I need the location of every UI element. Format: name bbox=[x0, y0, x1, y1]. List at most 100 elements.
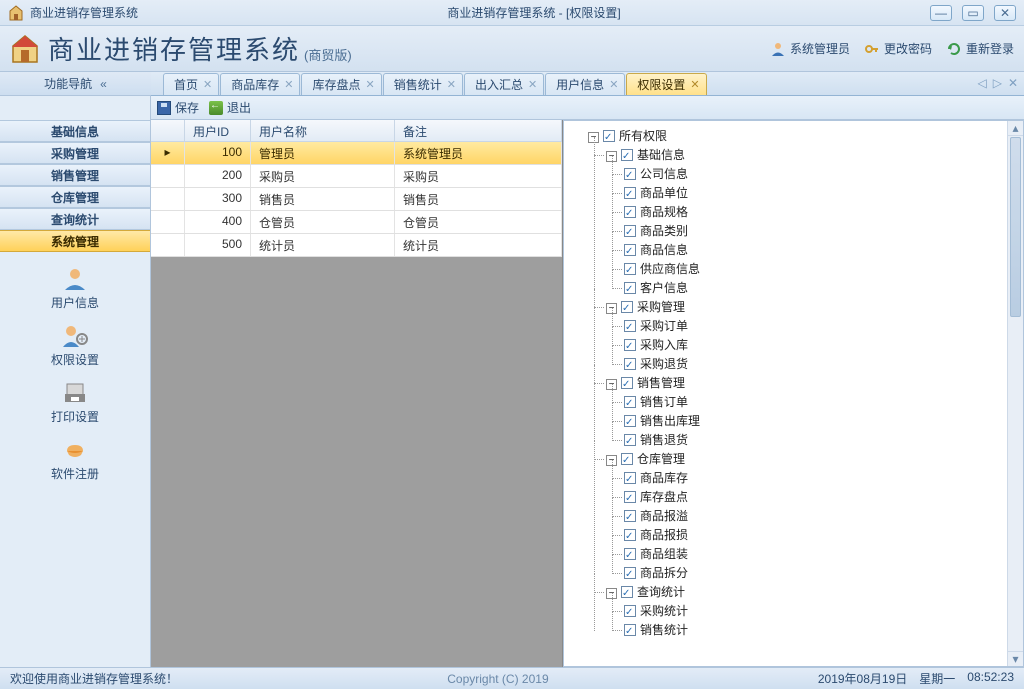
tree-checkbox[interactable] bbox=[624, 415, 636, 427]
tree-leaf[interactable]: 商品组装 bbox=[624, 545, 1019, 564]
tree-checkbox[interactable] bbox=[624, 567, 636, 579]
tab-close-icon[interactable]: ✕ bbox=[609, 78, 618, 91]
tree-leaf[interactable]: 销售订单 bbox=[624, 393, 1019, 412]
tree-leaf[interactable]: 采购入库 bbox=[624, 336, 1019, 355]
tree-leaf[interactable]: 供应商信息 bbox=[624, 260, 1019, 279]
tree-leaf[interactable]: 商品库存 bbox=[624, 469, 1019, 488]
tab-next-icon[interactable]: ▷ bbox=[993, 76, 1002, 90]
tree-leaf[interactable]: 商品类别 bbox=[624, 222, 1019, 241]
tree-checkbox[interactable] bbox=[621, 453, 633, 465]
tab-用户信息[interactable]: 用户信息✕ bbox=[545, 73, 625, 95]
table-row[interactable]: 500统计员统计员 bbox=[151, 234, 562, 257]
exit-button[interactable]: 退出 bbox=[209, 99, 251, 116]
col-user-name[interactable]: 用户名称 bbox=[251, 120, 395, 141]
users-grid[interactable]: 用户ID 用户名称 备注 ▸100管理员系统管理员200采购员采购员300销售员… bbox=[151, 120, 562, 257]
tree-node[interactable]: −仓库管理商品库存库存盘点商品报溢商品报损商品组装商品拆分 bbox=[606, 450, 1019, 583]
relogin-link[interactable]: 重新登录 bbox=[946, 40, 1014, 57]
tab-close-icon[interactable]: ✕ bbox=[203, 78, 212, 91]
tab-controls[interactable]: ◁ ▷ ✕ bbox=[977, 76, 1018, 90]
table-row[interactable]: 300销售员销售员 bbox=[151, 188, 562, 211]
tree-checkbox[interactable] bbox=[624, 624, 636, 636]
col-user-remark[interactable]: 备注 bbox=[395, 120, 562, 141]
sidebar-group-销售管理[interactable]: 销售管理 bbox=[0, 164, 150, 186]
tree-checkbox[interactable] bbox=[621, 377, 633, 389]
tree-leaf[interactable]: 商品报损 bbox=[624, 526, 1019, 545]
table-row[interactable]: ▸100管理员系统管理员 bbox=[151, 142, 562, 165]
minimize-button[interactable]: — bbox=[930, 5, 952, 21]
maximize-button[interactable]: ▭ bbox=[962, 5, 984, 21]
table-row[interactable]: 200采购员采购员 bbox=[151, 165, 562, 188]
tree-leaf[interactable]: 销售统计 bbox=[624, 621, 1019, 640]
tree-node[interactable]: −基础信息公司信息商品单位商品规格商品类别商品信息供应商信息客户信息 bbox=[606, 146, 1019, 298]
tree-leaf[interactable]: 采购订单 bbox=[624, 317, 1019, 336]
tree-checkbox[interactable] bbox=[624, 187, 636, 199]
admin-link[interactable]: 系统管理员 bbox=[770, 40, 850, 57]
tree-checkbox[interactable] bbox=[624, 396, 636, 408]
tree-node[interactable]: −销售管理销售订单销售出库理销售退货 bbox=[606, 374, 1019, 450]
tree-checkbox[interactable] bbox=[624, 358, 636, 370]
tree-checkbox[interactable] bbox=[624, 472, 636, 484]
tree-checkbox[interactable] bbox=[624, 339, 636, 351]
tab-权限设置[interactable]: 权限设置✕ bbox=[626, 73, 706, 95]
tree-checkbox[interactable] bbox=[624, 263, 636, 275]
tree-leaf[interactable]: 库存盘点 bbox=[624, 488, 1019, 507]
tree-leaf[interactable]: 客户信息 bbox=[624, 279, 1019, 298]
tree-checkbox[interactable] bbox=[624, 510, 636, 522]
tree-checkbox[interactable] bbox=[624, 320, 636, 332]
collapse-icon[interactable]: « bbox=[100, 77, 107, 91]
tab-商品库存[interactable]: 商品库存✕ bbox=[220, 73, 300, 95]
scroll-thumb[interactable] bbox=[1010, 137, 1021, 317]
tree-checkbox[interactable] bbox=[624, 206, 636, 218]
tree-checkbox[interactable] bbox=[624, 282, 636, 294]
tree-scrollbar[interactable]: ▴▾ bbox=[1007, 121, 1023, 666]
tree-leaf[interactable]: 商品信息 bbox=[624, 241, 1019, 260]
tree-checkbox[interactable] bbox=[624, 168, 636, 180]
scroll-up-icon[interactable]: ▴ bbox=[1008, 121, 1023, 136]
tab-close-icon[interactable]: ✕ bbox=[690, 78, 699, 91]
tab-首页[interactable]: 首页✕ bbox=[163, 73, 219, 95]
save-button[interactable]: 保存 bbox=[157, 99, 199, 116]
tab-close-icon[interactable]: ✕ bbox=[284, 78, 293, 91]
tree-node[interactable]: −查询统计采购统计销售统计 bbox=[606, 583, 1019, 640]
table-row[interactable]: 400仓管员仓管员 bbox=[151, 211, 562, 234]
tree-node[interactable]: −采购管理采购订单采购入库采购退货 bbox=[606, 298, 1019, 374]
tree-checkbox[interactable] bbox=[624, 548, 636, 560]
sidebar-group-系统管理[interactable]: 系统管理 bbox=[0, 230, 150, 252]
sidebar-item-软件注册[interactable]: 软件注册 bbox=[51, 431, 99, 486]
tree-checkbox[interactable] bbox=[624, 491, 636, 503]
col-user-id[interactable]: 用户ID bbox=[185, 120, 251, 141]
sidebar-group-基础信息[interactable]: 基础信息 bbox=[0, 120, 150, 142]
sidebar-group-查询统计[interactable]: 查询统计 bbox=[0, 208, 150, 230]
sidebar-item-打印设置[interactable]: 打印设置 bbox=[51, 374, 99, 429]
tab-销售统计[interactable]: 销售统计✕ bbox=[383, 73, 463, 95]
sidebar-group-仓库管理[interactable]: 仓库管理 bbox=[0, 186, 150, 208]
tab-close-icon[interactable]: ✕ bbox=[528, 78, 537, 91]
tree-leaf[interactable]: 销售退货 bbox=[624, 431, 1019, 450]
tree-leaf[interactable]: 商品规格 bbox=[624, 203, 1019, 222]
scroll-down-icon[interactable]: ▾ bbox=[1008, 651, 1023, 666]
tree-checkbox[interactable] bbox=[621, 301, 633, 313]
sidebar-item-用户信息[interactable]: 用户信息 bbox=[51, 260, 99, 315]
tab-close-icon[interactable]: ✕ bbox=[447, 78, 456, 91]
tree-checkbox[interactable] bbox=[624, 434, 636, 446]
tree-checkbox[interactable] bbox=[621, 586, 633, 598]
tree-leaf[interactable]: 公司信息 bbox=[624, 165, 1019, 184]
sidebar-item-权限设置[interactable]: 权限设置 bbox=[51, 317, 99, 372]
tree-checkbox[interactable] bbox=[621, 149, 633, 161]
tree-leaf[interactable]: 采购退货 bbox=[624, 355, 1019, 374]
tree-checkbox[interactable] bbox=[624, 605, 636, 617]
tree-checkbox[interactable] bbox=[624, 529, 636, 541]
tree-leaf[interactable]: 销售出库理 bbox=[624, 412, 1019, 431]
tree-leaf[interactable]: 商品报溢 bbox=[624, 507, 1019, 526]
tab-close-icon[interactable]: ✕ bbox=[365, 78, 374, 91]
permissions-tree[interactable]: −所有权限−基础信息公司信息商品单位商品规格商品类别商品信息供应商信息客户信息−… bbox=[564, 121, 1023, 646]
sidebar-group-采购管理[interactable]: 采购管理 bbox=[0, 142, 150, 164]
tab-出入汇总[interactable]: 出入汇总✕ bbox=[464, 73, 544, 95]
tree-leaf[interactable]: 商品拆分 bbox=[624, 564, 1019, 583]
tree-checkbox[interactable] bbox=[624, 244, 636, 256]
tab-close-icon[interactable]: ✕ bbox=[1008, 76, 1018, 90]
tree-checkbox[interactable] bbox=[603, 130, 615, 142]
tree-leaf[interactable]: 商品单位 bbox=[624, 184, 1019, 203]
tab-prev-icon[interactable]: ◁ bbox=[977, 76, 986, 90]
tree-leaf[interactable]: 采购统计 bbox=[624, 602, 1019, 621]
